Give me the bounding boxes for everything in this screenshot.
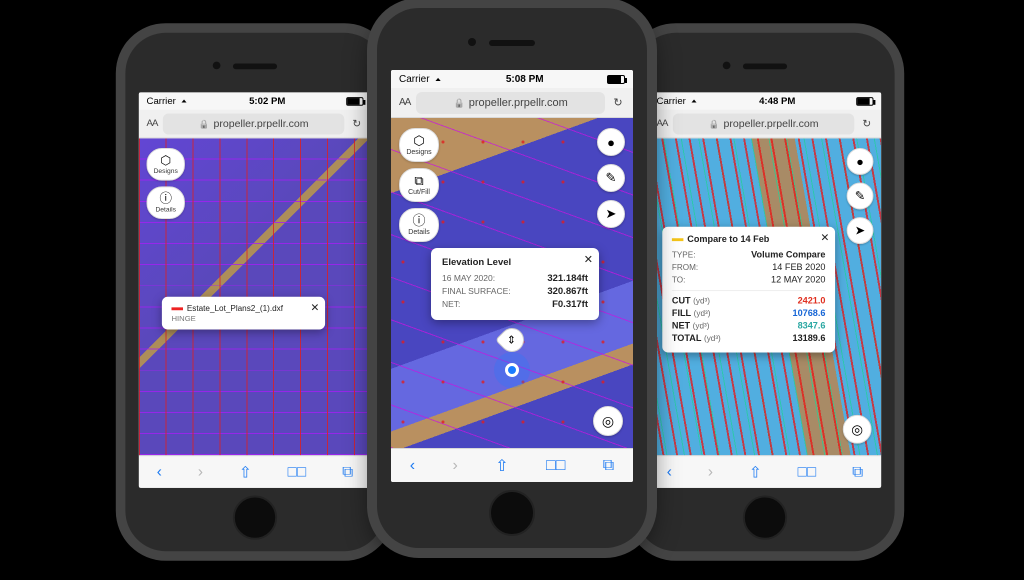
clock-label: 5:08 PM	[506, 74, 544, 85]
battery-icon	[856, 97, 873, 106]
info-icon: ⓘ	[412, 214, 425, 227]
map-view[interactable]: ⬡ Designs ⧉ Cut/Fill ⓘ Details ● ✎ ➤ ✕ Elev…	[391, 118, 633, 448]
chip-label: Details	[155, 207, 176, 214]
back-button[interactable]: ‹	[157, 463, 162, 480]
ios-status-bar: Carrier 5:02 PM	[139, 92, 371, 109]
bookmarks-button[interactable]: □□	[798, 463, 817, 480]
safari-url-bar: AA propeller.prpellr.com	[649, 110, 881, 139]
carrier-label: Carrier	[657, 96, 686, 107]
text-size-button[interactable]: AA	[147, 118, 158, 129]
wifi-icon	[690, 96, 699, 107]
phone-center: Carrier 5:08 PM AA propeller.prpellr.com…	[377, 8, 647, 548]
text-size-button[interactable]: AA	[399, 97, 410, 108]
bookmarks-button[interactable]: □□	[546, 457, 565, 475]
map-view[interactable]: ⬡ Designs ⓘ Details ✕ Estate_Lot_Plans2_(1…	[139, 138, 371, 455]
forward-button[interactable]: ›	[452, 457, 457, 475]
url-field[interactable]: propeller.prpellr.com	[163, 113, 344, 134]
edit-button[interactable]: ✎	[847, 183, 874, 210]
safari-url-bar: AA propeller.prpellr.com	[391, 88, 633, 118]
safari-toolbar: ‹ › ⇧ □□ ⧉	[649, 455, 881, 488]
share-button[interactable]: ⇧	[749, 462, 762, 481]
clock-label: 4:48 PM	[759, 96, 795, 107]
url-field[interactable]: propeller.prpellr.com	[673, 113, 854, 134]
close-icon[interactable]: ✕	[310, 302, 319, 314]
lock-icon	[199, 118, 210, 130]
designs-chip[interactable]: ⬡ Designs	[147, 148, 185, 181]
ios-status-bar: Carrier 4:48 PM	[649, 92, 881, 109]
locate-button[interactable]	[593, 406, 623, 436]
url-field[interactable]: propeller.prpellr.com	[416, 92, 605, 114]
chip-label: Cut/Fill	[408, 189, 430, 196]
designs-chip[interactable]: ⬡ Designs	[399, 128, 439, 162]
url-text: propeller.prpellr.com	[469, 97, 568, 109]
locate-button[interactable]	[843, 415, 872, 444]
send-button[interactable]: ➤	[847, 217, 874, 244]
tabs-button[interactable]: ⧉	[342, 463, 353, 480]
details-chip[interactable]: ⓘ Details	[399, 208, 439, 242]
back-button[interactable]: ‹	[667, 463, 672, 480]
safari-toolbar: ‹ › ⇧ □□ ⧉	[139, 455, 371, 488]
details-chip[interactable]: ⓘ Details	[147, 186, 185, 219]
wifi-icon	[180, 96, 189, 107]
close-icon[interactable]: ✕	[820, 232, 829, 244]
forward-button[interactable]: ›	[708, 463, 713, 480]
location-beacon	[494, 352, 530, 388]
chip-label: Designs	[154, 168, 178, 175]
forward-button[interactable]: ›	[198, 463, 203, 480]
text-size-button[interactable]: AA	[657, 118, 668, 129]
url-text: propeller.prpellr.com	[213, 118, 308, 130]
carrier-label: Carrier	[147, 96, 176, 107]
battery-icon	[607, 75, 625, 84]
level-icon: ⇕	[507, 334, 516, 347]
card-title: Compare to 14 Feb	[687, 234, 769, 245]
bookmarks-button[interactable]: □□	[288, 463, 307, 480]
cutfill-icon: ⧉	[414, 174, 423, 187]
info-icon: ⓘ	[159, 192, 171, 204]
edit-button[interactable]: ✎	[597, 164, 625, 192]
reload-button[interactable]	[350, 117, 363, 129]
cutfill-chip[interactable]: ⧉ Cut/Fill	[399, 168, 439, 202]
home-button[interactable]	[233, 496, 277, 540]
phone-right: Carrier 4:48 PM AA propeller.prpellr.com…	[635, 33, 894, 551]
lock-icon	[454, 97, 465, 109]
safari-url-bar: AA propeller.prpellr.com	[139, 110, 371, 139]
tabs-button[interactable]: ⧉	[852, 463, 863, 480]
home-button[interactable]	[489, 490, 535, 536]
home-button[interactable]	[743, 496, 787, 540]
chip-label: Details	[408, 229, 429, 236]
file-kind: HINGE	[171, 314, 315, 323]
map-view[interactable]: ● ✎ ➤ ✕ Compare to 14 Feb TYPE:Volume Co…	[649, 138, 881, 455]
phone-left: Carrier 5:02 PM AA propeller.prpellr.com…	[125, 33, 384, 551]
carrier-label: Carrier	[399, 74, 430, 85]
ios-status-bar: Carrier 5:08 PM	[391, 70, 633, 88]
send-button[interactable]: ➤	[597, 200, 625, 228]
design-file-card: ✕ Estate_Lot_Plans2_(1).dxf HINGE	[162, 297, 325, 330]
wifi-icon	[434, 74, 443, 85]
safari-toolbar: ‹ › ⇧ □□ ⧉	[391, 448, 633, 482]
elevation-card: ✕ Elevation Level 16 MAY 2020:321.184ft …	[431, 248, 599, 320]
compare-card: ✕ Compare to 14 Feb TYPE:Volume Compare …	[662, 227, 835, 353]
back-button[interactable]: ‹	[410, 457, 415, 475]
pin-button[interactable]: ●	[597, 128, 625, 156]
cube-icon: ⬡	[413, 134, 424, 147]
clock-label: 5:02 PM	[249, 96, 285, 107]
card-title: Elevation Level	[442, 257, 588, 268]
file-name: Estate_Lot_Plans2_(1).dxf	[187, 304, 283, 314]
cube-icon: ⬡	[160, 154, 171, 166]
battery-icon	[346, 97, 363, 106]
tabs-button[interactable]: ⧉	[603, 457, 614, 475]
share-button[interactable]: ⇧	[495, 456, 508, 476]
pin-button[interactable]: ●	[847, 148, 874, 175]
url-text: propeller.prpellr.com	[723, 118, 818, 130]
lock-icon	[709, 118, 720, 130]
reload-button[interactable]	[860, 117, 873, 129]
share-button[interactable]: ⇧	[239, 462, 252, 481]
reload-button[interactable]	[611, 96, 625, 109]
close-icon[interactable]: ✕	[584, 253, 593, 266]
chip-label: Designs	[406, 149, 431, 156]
